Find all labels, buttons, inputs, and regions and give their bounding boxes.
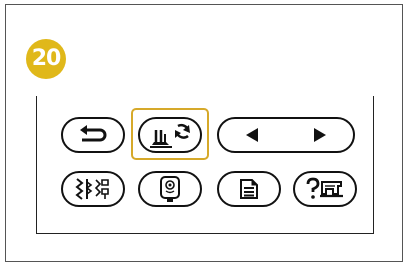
step-number-badge: 20 [26,39,66,79]
help-machine-icon [305,177,345,201]
back-button[interactable] [61,117,125,153]
page-navigation-button[interactable] [217,117,355,153]
utility-stitch-button[interactable] [61,171,125,207]
presser-foot-rotate-icon [148,120,192,150]
back-arrow-icon [77,124,109,146]
embroidery-hoop-icon [159,175,181,203]
lcd-panel [36,96,374,234]
right-triangle-icon[interactable] [313,127,327,143]
presser-foot-needle-exchange-button[interactable] [138,117,202,153]
left-triangle-icon[interactable] [245,127,259,143]
stitch-patterns-icon [73,176,113,202]
document-list-icon [239,178,259,200]
settings-button[interactable] [217,171,281,207]
help-button[interactable] [293,171,357,207]
embroidery-button[interactable] [138,171,202,207]
